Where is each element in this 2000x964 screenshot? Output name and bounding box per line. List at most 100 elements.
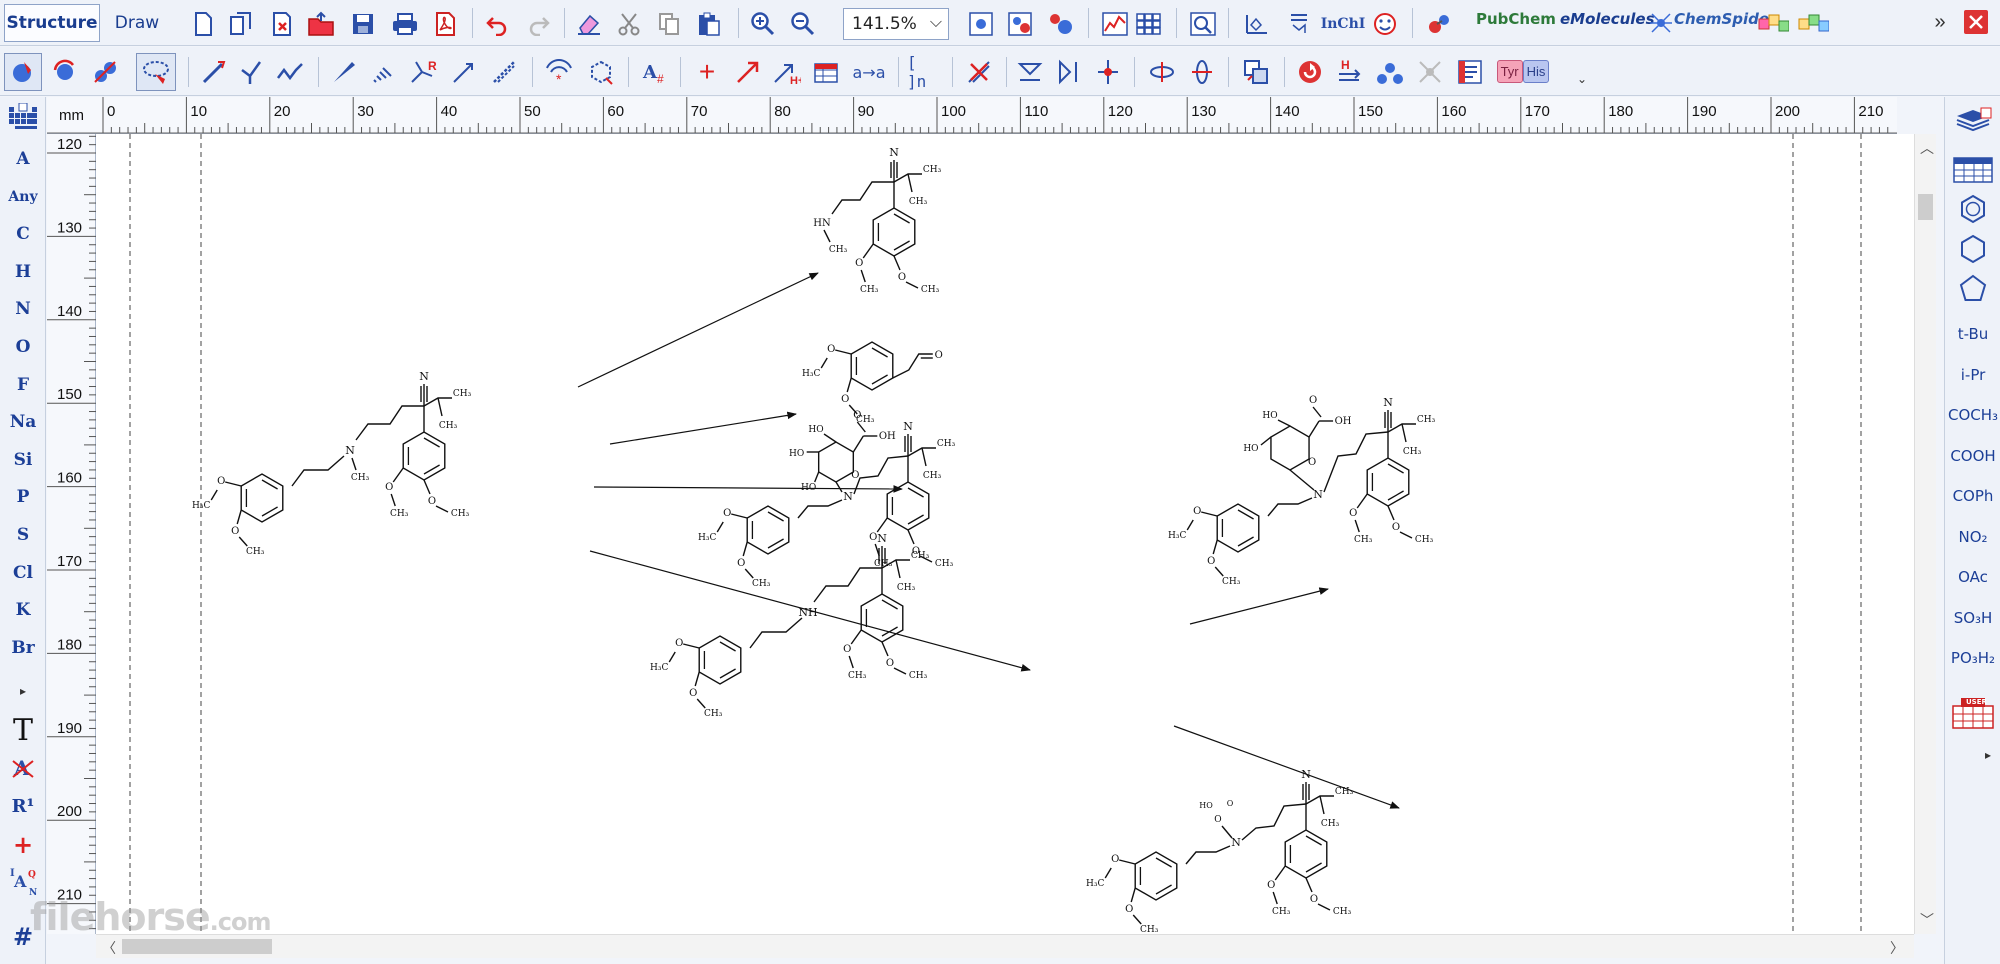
scroll-thumb[interactable]: [122, 939, 272, 954]
atom-tool-cl[interactable]: Cl: [4, 557, 42, 589]
template-4[interactable]: COOH: [1949, 441, 1997, 471]
spectrum-icon[interactable]: [1098, 8, 1132, 40]
atom-tool-any[interactable]: Any: [4, 181, 42, 213]
scroll-right-icon[interactable]: 〉: [1890, 938, 1904, 958]
plus-icon[interactable]: +: [690, 53, 724, 91]
rgroup-tool[interactable]: R¹: [4, 789, 42, 823]
bracket-button[interactable]: [ ]n: [906, 53, 946, 91]
dashed-bond-icon[interactable]: [486, 53, 522, 91]
aromatic-ring-icon[interactable]: [582, 53, 620, 91]
template-3[interactable]: COCH₃: [1948, 400, 1998, 430]
paste-icon[interactable]: [692, 8, 726, 40]
delete-bond-icon[interactable]: [960, 53, 998, 91]
atom-tool-br[interactable]: Br: [4, 632, 42, 664]
template-7[interactable]: OAc: [1949, 562, 1997, 592]
flip-horizontal-icon[interactable]: [1050, 53, 1086, 91]
more-atoms-icon[interactable]: ▸: [4, 683, 42, 699]
arrow-bond-icon[interactable]: [446, 53, 482, 91]
group-icon[interactable]: [1238, 53, 1274, 91]
template-8[interactable]: SO₃H: [1949, 603, 1997, 633]
atom-view-icon[interactable]: [964, 8, 998, 40]
atom-tool-n[interactable]: N: [4, 293, 42, 325]
toolbar-more-icon[interactable]: ⌄: [1572, 69, 1592, 89]
rgroup-bond-icon[interactable]: R: [404, 53, 444, 91]
hash-bond-icon[interactable]: [364, 53, 400, 91]
clean-structure-icon[interactable]: [1240, 8, 1274, 40]
rotate-selection-icon[interactable]: [46, 53, 84, 91]
vertical-scrollbar[interactable]: ︿ ﹀: [1914, 134, 1936, 934]
copy-icon[interactable]: [652, 8, 686, 40]
zoom-select[interactable]: 141.5% ⌵: [843, 8, 949, 40]
atom-tool-c[interactable]: C: [4, 218, 42, 250]
cut-icon[interactable]: [612, 8, 646, 40]
single-bond-icon[interactable]: [196, 53, 232, 91]
print-icon[interactable]: [388, 8, 422, 40]
properties-icon[interactable]: [1452, 53, 1488, 91]
rotate-y-icon[interactable]: [1184, 53, 1220, 91]
charge-tool[interactable]: +: [4, 827, 42, 861]
template-1[interactable]: t-Bu: [1949, 319, 1997, 349]
scroll-left-icon[interactable]: 〈: [102, 938, 116, 958]
tab-draw[interactable]: Draw: [104, 4, 170, 42]
atom-tool-k[interactable]: K: [4, 594, 42, 626]
structure-drawing[interactable]: NCH₃CH₃OCH₃OCH₃NCH₃OH₃COCH₃NCH₃CH₃OCH₃OC…: [96, 134, 1914, 934]
open-folder-icon[interactable]: [304, 8, 338, 40]
check-structure-icon[interactable]: [1186, 8, 1220, 40]
cyclohexane-icon[interactable]: [1949, 233, 1997, 265]
zigzag-chain-icon[interactable]: [272, 53, 308, 91]
template-2[interactable]: i-Pr: [1949, 360, 1997, 390]
ungroup-molecule-icon[interactable]: [1412, 53, 1448, 91]
rotate-bond-icon[interactable]: [1090, 53, 1126, 91]
more-templates-icon[interactable]: ▸: [1949, 747, 1997, 763]
close-window-icon[interactable]: [1960, 6, 1992, 38]
undo-icon[interactable]: [480, 8, 514, 40]
hydrogen-toggle-icon[interactable]: H: [1332, 53, 1368, 91]
lasso-select-icon[interactable]: [136, 53, 176, 91]
template-table-icon[interactable]: [1949, 155, 1997, 185]
drawing-canvas[interactable]: N CH₃ CH₃ O CH₃ O CH₃ N CH₃ O H₃C O CH₃ N CH₃ CH₃ O CH₃ O C…: [96, 134, 1914, 934]
export-pdf-icon[interactable]: [428, 8, 462, 40]
atom-numbering-icon[interactable]: A #: [636, 53, 674, 91]
delete-atom-icon[interactable]: A: [4, 751, 42, 785]
inchi-button[interactable]: InChI: [1321, 8, 1366, 40]
refresh-icon[interactable]: [1292, 53, 1328, 91]
template-6[interactable]: NO₂: [1949, 522, 1997, 552]
close-document-icon[interactable]: [264, 8, 298, 40]
benzene-ring-icon[interactable]: [1949, 193, 1997, 225]
atom-tool-p[interactable]: P: [4, 481, 42, 513]
select-atom-icon[interactable]: [4, 53, 42, 91]
new-document-icon[interactable]: [186, 8, 220, 40]
atom-tool-f[interactable]: F: [4, 369, 42, 401]
smiles-icon[interactable]: [1368, 8, 1402, 40]
save-icon[interactable]: [346, 8, 380, 40]
flip-vertical-icon[interactable]: [1012, 53, 1048, 91]
atom-query-icon[interactable]: IAQN: [4, 863, 42, 899]
wedge-bond-icon[interactable]: [326, 53, 362, 91]
user-templates-icon[interactable]: USER: [1949, 697, 1997, 731]
peptide-tyr-his[interactable]: Tyr His: [1494, 57, 1552, 85]
atom-map-button[interactable]: a→a: [848, 53, 890, 91]
cyclopentane-icon[interactable]: [1949, 273, 1997, 305]
reaction-arrow-icon[interactable]: [730, 53, 766, 91]
reaction-hplus-icon[interactable]: H+: [768, 53, 804, 91]
table-view-icon[interactable]: [1132, 8, 1166, 40]
scroll-thumb[interactable]: [1918, 194, 1933, 220]
rotate-3d-icon[interactable]: [1144, 53, 1180, 91]
periodic-table-icon[interactable]: [4, 103, 42, 131]
molecule-icon[interactable]: [1372, 53, 1408, 91]
redo-icon[interactable]: [522, 8, 556, 40]
name-to-structure-icon[interactable]: [1282, 8, 1316, 40]
atom-tool-s[interactable]: S: [4, 519, 42, 551]
fragment-tools-icon[interactable]: [1796, 8, 1830, 40]
eraser-icon[interactable]: [572, 8, 606, 40]
atom-tool-h[interactable]: H: [4, 256, 42, 288]
atom-tool-si[interactable]: Si: [4, 444, 42, 476]
text-tool[interactable]: T: [4, 712, 42, 748]
zoom-out-icon[interactable]: [786, 8, 820, 40]
reaction-table-icon[interactable]: [808, 53, 844, 91]
zoom-in-icon[interactable]: [746, 8, 780, 40]
tab-structure[interactable]: Structure: [4, 4, 100, 42]
molecule-3d-icon[interactable]: [1044, 8, 1078, 40]
atom-tool-na[interactable]: Na: [4, 406, 42, 438]
group-select-icon[interactable]: [86, 53, 124, 91]
